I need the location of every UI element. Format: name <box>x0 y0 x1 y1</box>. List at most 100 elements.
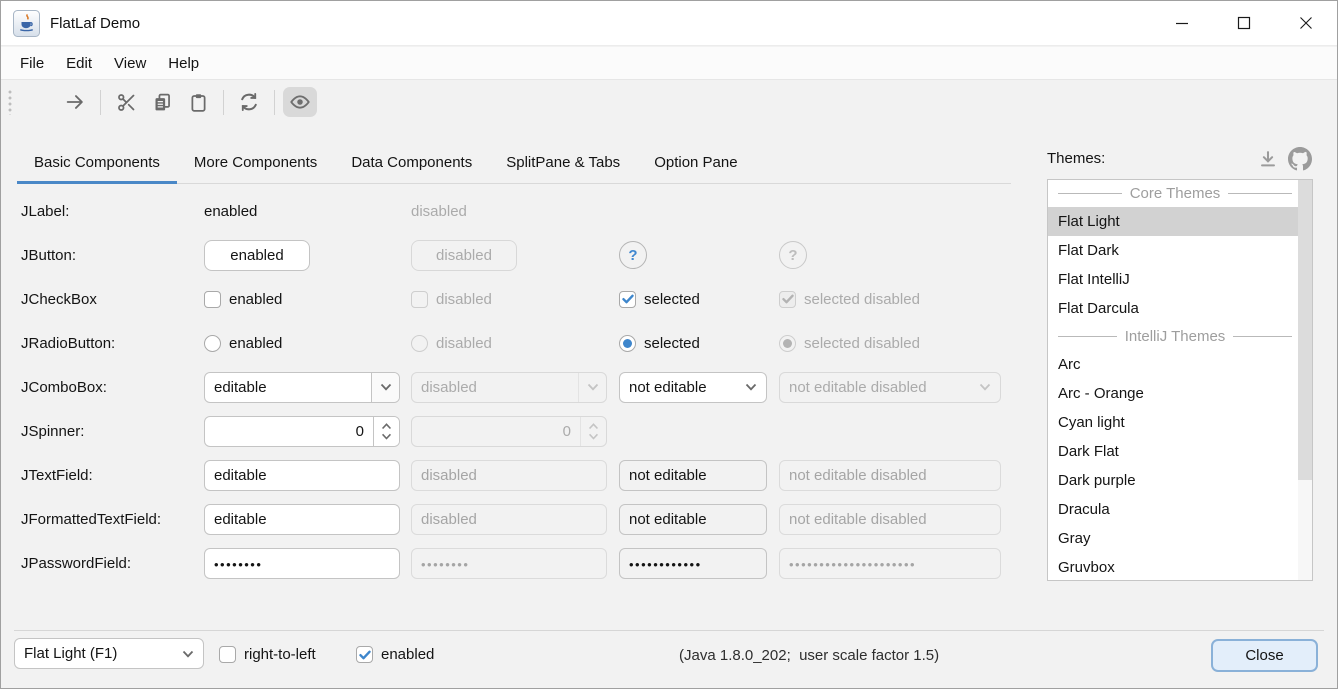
combobox-arrow-button[interactable] <box>173 639 203 668</box>
checkbox-box-checked[interactable] <box>619 291 636 308</box>
checkbox-box[interactable] <box>204 291 221 308</box>
help-button-disabled: ? <box>779 241 807 269</box>
tab-data-components[interactable]: Data Components <box>334 142 489 183</box>
scrollbar-thumb[interactable] <box>1298 180 1312 480</box>
cut-button[interactable] <box>109 87 143 117</box>
help-button[interactable]: ? <box>619 241 647 269</box>
radio-circle-selected[interactable] <box>619 335 636 352</box>
spinner-value: 0 <box>412 417 580 446</box>
textfield-disabled: disabled <box>411 460 607 491</box>
paste-button[interactable] <box>181 87 215 117</box>
theme-item-flat-light[interactable]: Flat Light <box>1048 207 1298 236</box>
combobox-value[interactable]: not editable <box>620 373 736 402</box>
textfield-not-editable-disabled: not editable disabled <box>779 460 1001 491</box>
tab-basic-components[interactable]: Basic Components <box>17 142 177 183</box>
spinner-disabled: 0 <box>411 416 607 447</box>
checkbox-box <box>411 291 428 308</box>
toolbar-separator <box>223 90 224 115</box>
minimize-button[interactable] <box>1151 1 1213 45</box>
textfield-editable[interactable]: editable <box>204 460 400 491</box>
checkbox-label: selected <box>644 291 700 308</box>
radio-selected[interactable]: selected <box>619 335 700 352</box>
theme-item-cyan-light[interactable]: Cyan light <box>1048 408 1298 437</box>
formatted-textfield-disabled: disabled <box>411 504 607 535</box>
forward-button[interactable] <box>58 87 92 117</box>
titlebar: FlatLaf Demo <box>1 1 1337 46</box>
chevron-down-icon <box>745 383 757 391</box>
jspinner-label: JSpinner: <box>21 409 84 453</box>
combobox-arrow-button[interactable] <box>371 373 399 402</box>
theme-item-flat-intellij[interactable]: Flat IntelliJ <box>1048 265 1298 294</box>
theme-item-gruvbox[interactable]: Gruvbox <box>1048 553 1298 581</box>
passwordfield-editable[interactable]: •••••••• <box>204 548 400 579</box>
laf-combobox-value[interactable]: Flat Light (F1) <box>15 639 173 668</box>
toolbar-grip[interactable] <box>8 89 12 115</box>
theme-item-dracula[interactable]: Dracula <box>1048 495 1298 524</box>
menu-help[interactable]: Help <box>157 51 210 76</box>
themes-group-label: IntelliJ Themes <box>1125 328 1226 345</box>
radio-disabled: disabled <box>411 335 492 352</box>
radio-enabled[interactable]: enabled <box>204 335 282 352</box>
maximize-button[interactable] <box>1213 1 1275 45</box>
tab-more-components[interactable]: More Components <box>177 142 334 183</box>
menu-file[interactable]: File <box>9 51 55 76</box>
tabbed-pane: Basic Components More Components Data Co… <box>17 142 1011 184</box>
combobox-not-editable-disabled: not editable disabled <box>779 372 1001 403</box>
chevron-down-icon <box>588 433 599 440</box>
spinner-buttons[interactable] <box>373 417 399 446</box>
spinner-value[interactable]: 0 <box>205 417 373 446</box>
jformattedtextfield-label: JFormattedTextField: <box>21 497 161 541</box>
theme-item-arc-orange[interactable]: Arc - Orange <box>1048 379 1298 408</box>
combobox-value: not editable disabled <box>780 373 970 402</box>
enabled-button[interactable]: enabled <box>204 240 310 271</box>
combobox-editable[interactable]: editable <box>204 372 400 403</box>
enabled-checkbox[interactable]: enabled <box>356 646 434 663</box>
combobox-not-editable[interactable]: not editable <box>619 372 767 403</box>
toolbar-separator <box>274 90 275 115</box>
toolbar-separator <box>100 90 101 115</box>
spinner-enabled[interactable]: 0 <box>204 416 400 447</box>
enabled-label: enabled <box>381 646 434 663</box>
combobox-arrow-button[interactable] <box>736 373 766 402</box>
checkbox-enabled[interactable]: enabled <box>204 291 282 308</box>
theme-item-flat-darcula[interactable]: Flat Darcula <box>1048 294 1298 323</box>
theme-item-arc[interactable]: Arc <box>1048 350 1298 379</box>
laf-combobox[interactable]: Flat Light (F1) <box>14 638 204 669</box>
copy-button[interactable] <box>145 87 179 117</box>
tab-splitpane-tabs[interactable]: SplitPane & Tabs <box>489 142 637 183</box>
download-themes-button[interactable] <box>1255 146 1281 172</box>
formatted-textfield-not-editable-disabled: not editable disabled <box>779 504 1001 535</box>
back-button[interactable] <box>22 87 56 117</box>
theme-item-flat-dark[interactable]: Flat Dark <box>1048 236 1298 265</box>
label-enabled: enabled <box>204 189 257 233</box>
theme-item-gray[interactable]: Gray <box>1048 524 1298 553</box>
statusbar-separator <box>14 630 1324 631</box>
show-hidden-toggle-button[interactable] <box>283 87 317 117</box>
menu-view[interactable]: View <box>103 51 157 76</box>
passwordfield-disabled: •••••••• <box>411 548 607 579</box>
row-jpasswordfield: JPasswordField: •••••••• •••••••• ••••••… <box>21 541 1021 585</box>
radio-circle[interactable] <box>204 335 221 352</box>
separator-line <box>1058 336 1117 337</box>
theme-item-dark-flat[interactable]: Dark Flat <box>1048 437 1298 466</box>
formatted-textfield-editable[interactable]: editable <box>204 504 400 535</box>
themes-label: Themes: <box>1047 150 1105 167</box>
close-window-button[interactable] <box>1275 1 1337 45</box>
right-to-left-checkbox[interactable]: right-to-left <box>219 646 316 663</box>
tab-option-pane[interactable]: Option Pane <box>637 142 754 183</box>
menu-edit[interactable]: Edit <box>55 51 103 76</box>
java-app-icon <box>13 10 40 37</box>
checkbox-selected[interactable]: selected <box>619 291 700 308</box>
refresh-button[interactable] <box>232 87 266 117</box>
theme-item-dark-purple[interactable]: Dark purple <box>1048 466 1298 495</box>
checkbox-box-checked <box>779 291 796 308</box>
github-button[interactable] <box>1287 146 1313 172</box>
checkbox-box[interactable] <box>219 646 236 663</box>
combobox-value[interactable]: editable <box>205 373 371 402</box>
themes-scrollbar[interactable] <box>1298 180 1312 580</box>
separator-line <box>1228 193 1292 194</box>
close-button[interactable]: Close <box>1211 639 1318 672</box>
window-title: FlatLaf Demo <box>50 15 140 32</box>
spinner-buttons <box>580 417 606 446</box>
checkbox-box-checked[interactable] <box>356 646 373 663</box>
